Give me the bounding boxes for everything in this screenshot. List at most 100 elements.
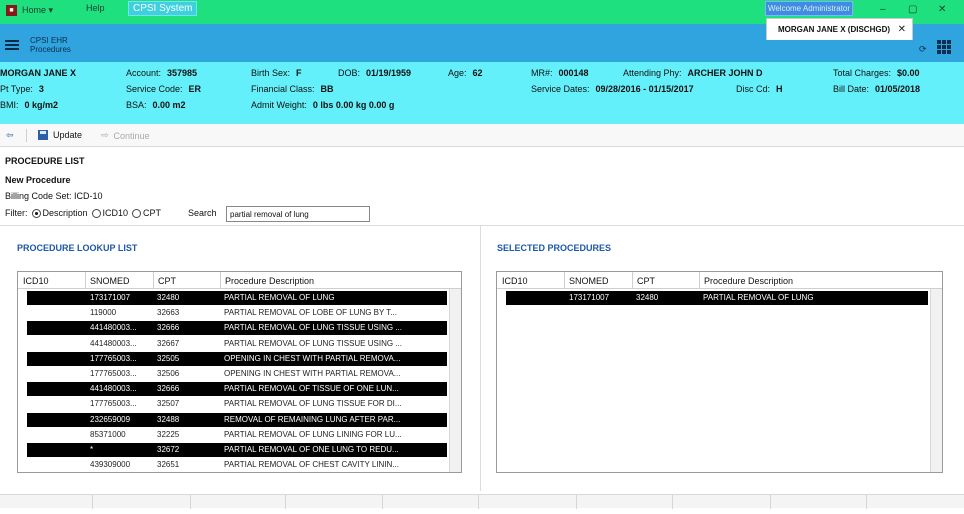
status-segment-divider (92, 495, 93, 509)
status-bar (0, 494, 964, 509)
cell-description: PARTIAL REMOVAL OF LOBE OF LUNG BY T... (224, 308, 397, 318)
attending-value: ARCHER JOHN D (687, 68, 763, 78)
table-row[interactable]: * 32672 PARTIAL REMOVAL OF ONE LUNG TO RED… (27, 443, 447, 457)
column-separator (632, 272, 633, 289)
status-segment-divider (770, 495, 771, 509)
pt-type-label: Pt Type: (0, 84, 33, 94)
maximize-button[interactable]: ▢ (908, 5, 917, 15)
cell-snomed: 177765003... (90, 369, 137, 378)
lookup-grid: ICD10 SNOMED CPT Procedure Description 1… (17, 271, 462, 473)
back-icon[interactable]: ⇦ (6, 130, 14, 141)
cell-description: PARTIAL REMOVAL OF TISSUE OF ONE LUN... (224, 384, 399, 394)
cell-snomed: 173171007 (90, 293, 131, 302)
status-segment-divider (285, 495, 286, 509)
search-input[interactable] (226, 206, 370, 222)
new-procedure-heading: New Procedure (5, 175, 71, 185)
continue-button[interactable]: ⇨ Continue (101, 130, 150, 141)
filter-icd10-radio[interactable] (91, 208, 101, 218)
table-row[interactable]: 439309000 32651 PARTIAL REMOVAL OF CHEST C… (27, 458, 447, 472)
column-header-description[interactable]: Procedure Description (704, 276, 793, 286)
financial-class-label: Financial Class: (251, 84, 315, 94)
filter-cpt-label[interactable]: CPT (143, 208, 161, 218)
table-row[interactable]: 173171007 32480 PARTIAL REMOVAL OF LUNG (27, 291, 447, 305)
column-header-icd10[interactable]: ICD10 (502, 276, 528, 286)
account-value: 357985 (167, 68, 198, 78)
bsa-label: BSA: (126, 100, 147, 110)
hamburger-menu-icon[interactable] (5, 40, 19, 50)
cell-description: PARTIAL REMOVAL OF LUNG TISSUE USING ... (224, 338, 402, 348)
column-header-snomed[interactable]: SNOMED (90, 276, 130, 286)
continue-button-label: Continue (113, 130, 150, 141)
cell-snomed: 177765003... (90, 399, 137, 409)
table-row[interactable]: 85371000 32225 PARTIAL REMOVAL OF LUNG LIN… (27, 427, 447, 442)
table-row[interactable]: 119000 32663 PARTIAL REMOVAL OF LOBE OF LU… (27, 306, 447, 321)
cell-cpt: 32488 (157, 414, 180, 424)
service-dates-label: Service Dates: (531, 84, 590, 94)
filter-description-radio[interactable] (31, 208, 41, 218)
cell-cpt: 32666 (157, 323, 180, 333)
cell-snomed: 119000 (90, 308, 117, 318)
header-title-line1: CPSI EHR (30, 36, 68, 45)
filter-cpt-radio[interactable] (132, 208, 142, 218)
column-header-cpt[interactable]: CPT (158, 276, 176, 286)
account-label: Account: (126, 68, 162, 78)
close-window-button[interactable]: ✕ (938, 5, 946, 15)
user-menu[interactable]: Welcome Administrator (765, 1, 853, 16)
status-segment-divider (190, 495, 191, 509)
selected-grid-header: ICD10 SNOMED CPT Procedure Description (497, 272, 942, 289)
table-row[interactable]: 441480003... 32666 PARTIAL REMOVAL OF LUNG… (27, 321, 447, 336)
dob-label: DOB: (338, 68, 361, 78)
financial-class-value: BB (320, 84, 334, 94)
table-row[interactable]: 441480003... 32667 PARTIAL REMOVAL OF LUNG… (27, 336, 447, 351)
column-header-cpt[interactable]: CPT (637, 276, 655, 286)
column-separator (564, 272, 565, 289)
table-row[interactable]: 177765003... 32505 OPENING IN CHEST WITH P… (27, 351, 447, 366)
home-icon: ■ (6, 5, 17, 16)
column-header-icd10[interactable]: ICD10 (23, 276, 49, 286)
minimize-button[interactable]: – (880, 5, 886, 15)
lookup-scrollbar[interactable] (449, 289, 461, 472)
column-header-snomed[interactable]: SNOMED (569, 276, 609, 286)
table-row[interactable]: 173171007 32480 PARTIAL REMOVAL OF LUNG (506, 291, 928, 305)
total-charges-value: $0.00 (897, 68, 920, 78)
patient-tab[interactable]: MORGAN JANE X (DISCHGD) ✕ (766, 18, 913, 40)
status-segment-divider (382, 495, 383, 509)
disc-cd-label: Disc Cd: (736, 84, 771, 94)
billing-code-set: Billing Code Set: ICD-10 (5, 191, 103, 201)
selected-scrollbar[interactable] (930, 289, 942, 472)
cell-snomed: 173171007 (569, 293, 610, 302)
cell-description: REMOVAL OF REMAINING LUNG AFTER PAR... (224, 414, 401, 424)
table-row[interactable]: 177765003... 32507 PARTIAL REMOVAL OF LUNG… (27, 397, 447, 412)
close-icon[interactable]: ✕ (898, 24, 906, 35)
refresh-icon[interactable]: ⟳ (919, 44, 927, 55)
cell-description: OPENING IN CHEST WITH PARTIAL REMOVA... (224, 369, 401, 378)
update-button[interactable]: Update (38, 130, 82, 140)
table-row[interactable]: 232659009 32488 REMOVAL OF REMAINING LUNG … (27, 412, 447, 427)
home-menu[interactable]: ■ Home ▾ (6, 5, 53, 16)
home-menu-label: Home ▾ (22, 5, 54, 15)
update-button-label: Update (53, 130, 83, 140)
column-separator (85, 272, 86, 289)
cell-description: PARTIAL REMOVAL OF LUNG TISSUE USING ... (224, 323, 402, 333)
bill-date-value: 01/05/2018 (875, 84, 921, 94)
attending-label: Attending Phy: (623, 68, 682, 78)
filter-description-label[interactable]: Description (43, 208, 88, 218)
apps-grid-icon[interactable] (937, 40, 951, 54)
help-menu[interactable]: Help (86, 3, 105, 13)
disc-cd-value: H (776, 84, 783, 94)
table-row[interactable]: 177765003... 32506 OPENING IN CHEST WITH P… (27, 367, 447, 381)
header-title: CPSI EHR Procedures (30, 36, 71, 54)
bmi-label: BMI: (0, 100, 19, 110)
patient-name: MORGAN JANE X (0, 68, 77, 78)
table-row[interactable]: 441480003... 32666 PARTIAL REMOVAL OF TISS… (27, 382, 447, 397)
column-separator (220, 272, 221, 289)
column-header-description[interactable]: Procedure Description (225, 276, 314, 286)
service-code-value: ER (188, 84, 202, 94)
admit-weight-label: Admit Weight: (251, 100, 307, 110)
cell-cpt: 32667 (157, 338, 180, 348)
system-menu[interactable]: CPSI System (128, 1, 198, 16)
cell-cpt: 32651 (157, 460, 180, 470)
cell-description: PARTIAL REMOVAL OF LUNG TISSUE FOR DI... (224, 399, 402, 409)
cell-cpt: 32505 (157, 353, 180, 363)
filter-icd10-label[interactable]: ICD10 (103, 208, 129, 218)
